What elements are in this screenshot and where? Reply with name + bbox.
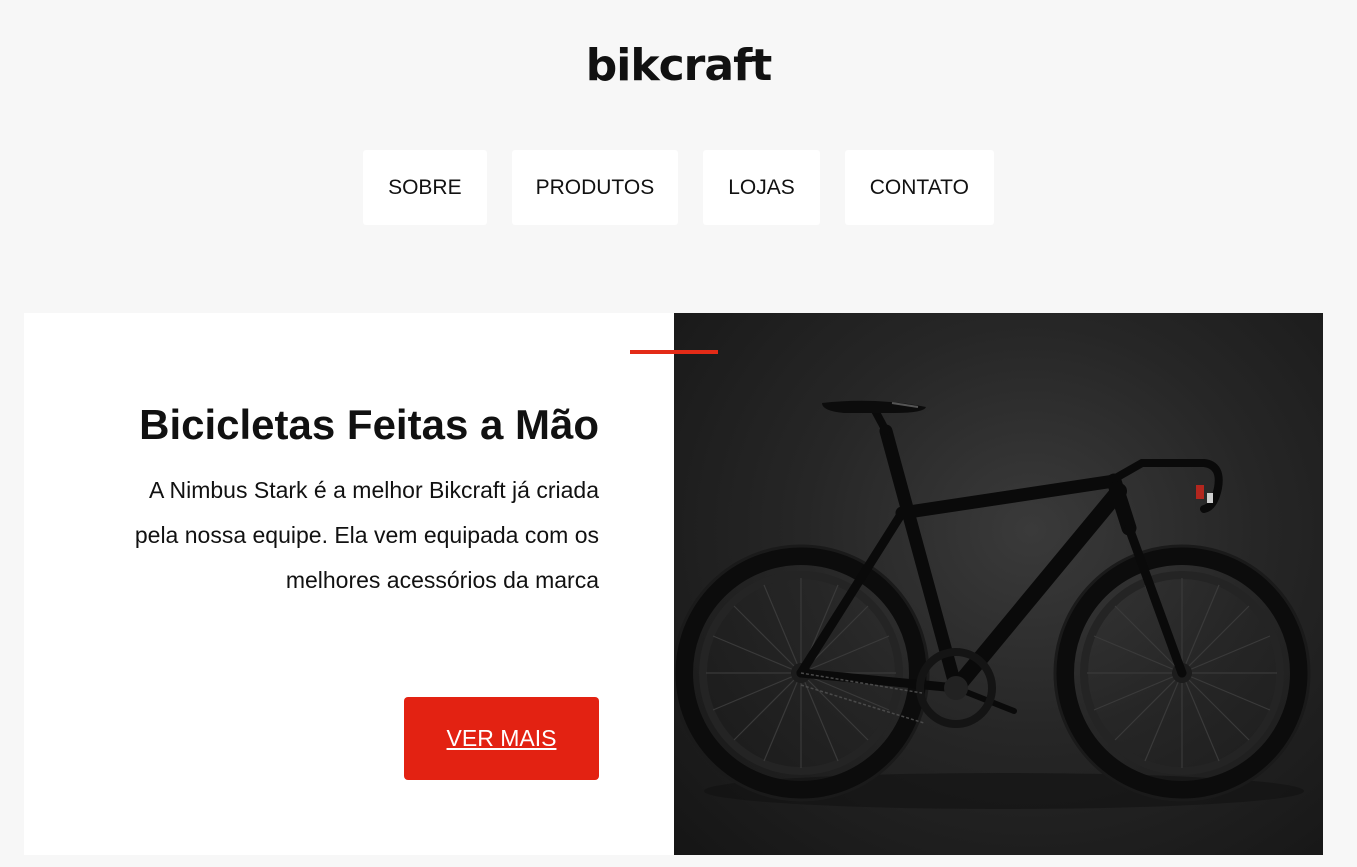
bike-image (674, 313, 1323, 855)
hero-section: Bicicletas Feitas a Mão A Nimbus Stark é… (24, 313, 1323, 855)
hero-content: Bicicletas Feitas a Mão A Nimbus Stark é… (24, 313, 718, 855)
hero-title: Bicicletas Feitas a Mão (139, 401, 599, 448)
accent-line (630, 350, 718, 354)
nav-item-contato[interactable]: CONTATO (844, 150, 994, 225)
nav-item-lojas[interactable]: LOJAS (703, 150, 820, 225)
nav-item-produtos[interactable]: PRODUTOS (511, 150, 679, 225)
hero-description: A Nimbus Stark é a melhor Bikcraft já cr… (134, 477, 599, 593)
black-road-bike-icon (674, 400, 1311, 809)
ver-mais-button[interactable]: VER MAIS (404, 697, 599, 780)
nav-item-sobre[interactable]: SOBRE (363, 150, 487, 225)
site-header: bikcraft SOBRE PRODUTOS LOJAS CONTATO (0, 0, 1357, 300)
logo[interactable]: bikcraft (0, 40, 1357, 91)
main-nav: SOBRE PRODUTOS LOJAS CONTATO (0, 150, 1357, 225)
